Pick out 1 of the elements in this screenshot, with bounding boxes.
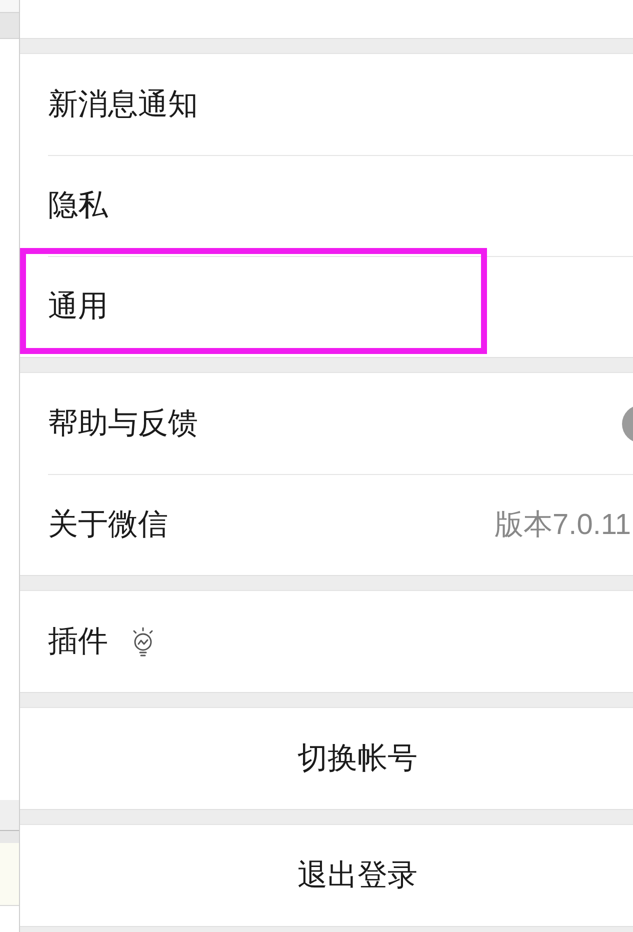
version-label: 版本7.0.11 xyxy=(494,508,631,542)
